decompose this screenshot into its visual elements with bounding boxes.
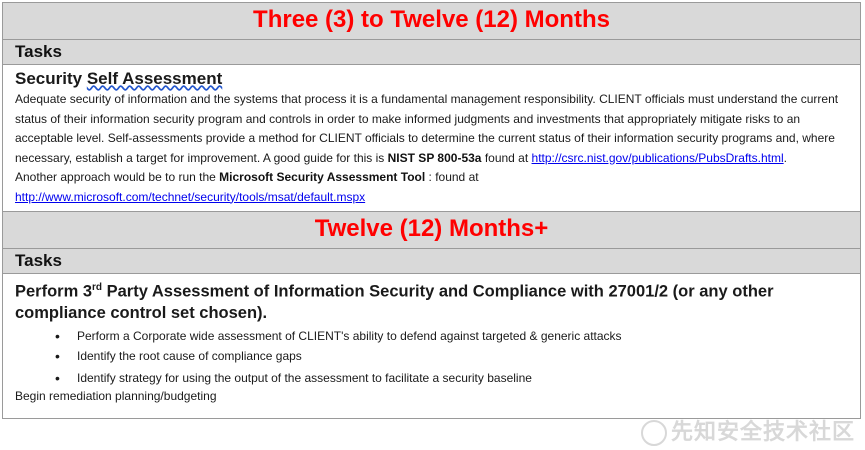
bullet-item: • Identify the root cause of compliance g… — [55, 346, 848, 366]
watermark: 先知安全技术社区 — [640, 414, 855, 446]
perform-text-2: Party Assessment of Information Security… — [15, 282, 774, 322]
section-heading-3-to-12-months: Three (3) to Twelve (12) Months — [3, 3, 860, 40]
subtitle-part-2: Self Assessment — [86, 69, 223, 88]
security-self-assessment-heading: Security Self Assessment — [15, 68, 848, 90]
bullet-text: Perform a Corporate wide assessment of C… — [77, 328, 622, 343]
bullet-item: • Perform a Corporate wide assessment of … — [55, 326, 848, 346]
ms-tool-name: Microsoft Security Assessment Tool — [219, 170, 426, 184]
assessment-bullet-list: • Perform a Corporate wide assessment of … — [15, 326, 848, 388]
perform-assessment-heading: Perform 3rd Party Assessment of Informat… — [15, 277, 848, 324]
bullet-text: Identify the root cause of compliance ga… — [77, 348, 302, 363]
microsoft-link[interactable]: http://www.microsoft.com/technet/securit… — [15, 190, 365, 204]
nist-reference: NIST SP 800-53a — [387, 150, 482, 165]
bullet-text: Identify strategy for using the output o… — [77, 370, 532, 385]
watermark-logo-icon — [640, 420, 667, 446]
found-at-text: found at — [481, 150, 532, 165]
tasks-header: Tasks — [3, 40, 860, 65]
watermark-text: 先知安全技术社区 — [670, 418, 855, 444]
perform-text-1: Perform 3 — [15, 282, 93, 301]
another-approach-text: Another approach would be to run the — [15, 170, 220, 184]
bullet-icon: • — [55, 369, 60, 386]
document-table: Three (3) to Twelve (12) Months Tasks Se… — [2, 2, 861, 419]
closing-line: Begin remediation planning/budgeting — [15, 388, 217, 403]
self-assessment-paragraph: Adequate security of information and the… — [15, 90, 848, 207]
found-at-text-2: : found at — [425, 170, 479, 184]
section2-content: Perform 3rd Party Assessment of Informat… — [3, 274, 860, 418]
tasks-header-2: Tasks — [3, 249, 860, 274]
bullet-icon: • — [55, 347, 60, 364]
bullet-icon: • — [55, 327, 60, 344]
bullet-item: • Identify strategy for using the output … — [55, 368, 848, 388]
period: . — [783, 150, 787, 165]
section1-content: Security Self Assessment Adequate securi… — [3, 65, 860, 211]
nist-link[interactable]: http://csrc.nist.gov/publications/PubsDr… — [532, 151, 784, 165]
section-heading-12-months-plus: Twelve (12) Months+ — [3, 211, 860, 249]
subtitle-part-1: Security — [15, 69, 87, 88]
perform-superscript: rd — [92, 282, 103, 293]
